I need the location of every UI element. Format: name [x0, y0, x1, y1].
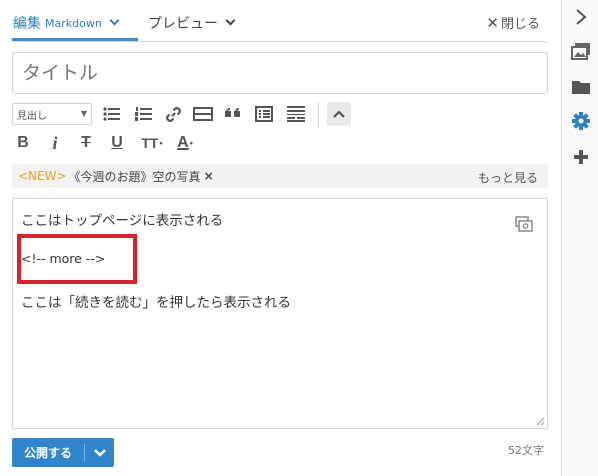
- heading-select-value: 見出し: [17, 111, 47, 122]
- character-count: 52文字: [508, 444, 544, 457]
- bold-button[interactable]: B: [14, 133, 32, 153]
- chevron-down-icon: [93, 448, 106, 457]
- text-color-button[interactable]: A •: [172, 133, 198, 153]
- active-tab-indicator: [12, 38, 138, 41]
- chevron-down-icon: [109, 15, 120, 26]
- publish-button[interactable]: 公開する: [12, 438, 114, 467]
- italic-label: i: [52, 132, 58, 153]
- quote-icon[interactable]: [222, 103, 244, 125]
- numbered-list-icon[interactable]: [132, 103, 154, 125]
- resize-handle-icon[interactable]: [536, 417, 545, 426]
- close-label: 閉じる: [500, 17, 540, 32]
- bold-label: B: [17, 134, 29, 151]
- image-item-link[interactable]: 《今週のお題》空の写真: [69, 168, 201, 185]
- bullet-list-icon[interactable]: [100, 103, 122, 125]
- italic-button[interactable]: i: [47, 133, 63, 153]
- publish-options-dropdown[interactable]: [85, 448, 114, 457]
- underline-button[interactable]: U: [108, 133, 126, 153]
- tab-preview[interactable]: プレビュー: [148, 12, 236, 34]
- gear-icon[interactable]: [570, 110, 592, 132]
- strikethrough-button[interactable]: T: [77, 133, 95, 153]
- tab-edit-label: 編集: [13, 16, 41, 32]
- strikethrough-label: T: [81, 134, 91, 151]
- editor-line: ここはトップページに表示される: [21, 213, 224, 229]
- underline-label: U: [111, 134, 123, 151]
- plus-icon[interactable]: [570, 146, 592, 168]
- images-icon[interactable]: [570, 40, 592, 62]
- editor-line: ここは「続きを読む」を押したら表示される: [21, 295, 291, 311]
- table-icon[interactable]: [253, 103, 275, 125]
- right-sidebar: [561, 0, 598, 476]
- font-size-button[interactable]: TT •: [140, 133, 164, 153]
- preview-toggle-icon[interactable]: [515, 216, 533, 232]
- more-tag-line: <!-- more -->: [21, 251, 106, 266]
- text-color-label: A: [177, 134, 189, 151]
- font-size-label: TT: [141, 135, 159, 151]
- chevron-down-icon: [225, 15, 236, 26]
- horizontal-rule-icon[interactable]: [192, 103, 214, 125]
- collapse-toolbar-button[interactable]: [327, 102, 351, 126]
- chevron-right-icon[interactable]: [570, 6, 592, 28]
- close-button[interactable]: ✕ 閉じる: [486, 13, 540, 33]
- tab-preview-label: プレビュー: [148, 16, 218, 32]
- show-more-link[interactable]: もっと見る: [478, 169, 538, 186]
- new-tag: <NEW>: [18, 169, 67, 183]
- link-icon[interactable]: [162, 103, 184, 125]
- tab-edit[interactable]: 編集 Markdown: [13, 12, 137, 34]
- recent-images-bar: <NEW> 《今週のお題》空の写真 × もっと見る: [12, 164, 548, 188]
- close-icon: ✕: [486, 13, 499, 32]
- editor-tabs: 編集 Markdown プレビュー ✕ 閉じる: [12, 0, 548, 42]
- toolbar-divider: [318, 102, 319, 128]
- publish-label: 公開する: [24, 446, 73, 460]
- chevron-up-icon: [333, 110, 345, 118]
- heading-select[interactable]: 見出し ▼: [12, 103, 92, 125]
- remove-image-button[interactable]: ×: [204, 169, 214, 183]
- tab-edit-sublabel: Markdown: [45, 16, 102, 30]
- title-input[interactable]: [12, 52, 548, 94]
- body-editor[interactable]: ここはトップページに表示される <!-- more --> ここは「続きを読む」…: [12, 198, 548, 429]
- caret-down-icon: ▼: [80, 109, 87, 118]
- more-text-icon[interactable]: [285, 103, 307, 125]
- folder-icon[interactable]: [570, 76, 592, 98]
